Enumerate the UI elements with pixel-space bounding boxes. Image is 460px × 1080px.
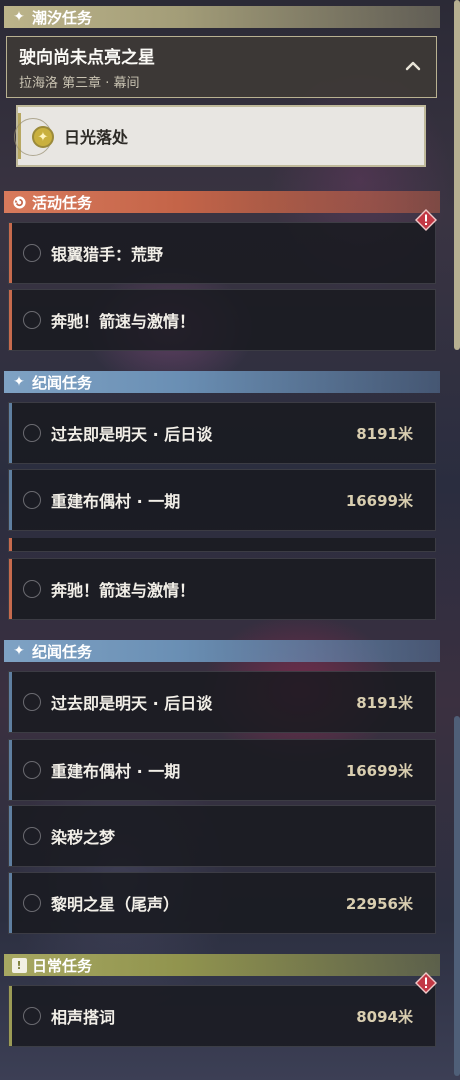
warning-diamond-icon (415, 972, 437, 994)
quest-name: 奔驰！箭速与激情！ (51, 312, 196, 331)
section-header-daily: ! 日常任务 (4, 954, 440, 976)
section-title-event: 活动任务 (32, 193, 93, 212)
section-header-lore-2: ✦ 纪闻任务 (4, 640, 440, 662)
section-title-lore: 纪闻任务 (32, 373, 93, 392)
chevron-up-icon[interactable] (404, 57, 422, 75)
tide-quest-step[interactable]: ✦ 日光落处 (14, 105, 426, 167)
warning-diamond-icon (415, 209, 437, 231)
quest-row-lore-1[interactable]: 过去即是明天 · 后日谈 8191米 (8, 402, 436, 464)
section-title-tide: 潮汐任务 (32, 8, 93, 27)
quest-distance: 8094米 (356, 1007, 413, 1026)
quest-accent-bar (9, 223, 12, 283)
quest-accent-bar (9, 559, 12, 619)
quest-name: 过去即是明天 · 后日谈 (51, 425, 213, 444)
section-title-lore: 纪闻任务 (32, 642, 93, 661)
quest-name: 重建布偶村 · 一期 (51, 492, 181, 511)
sparkle-icon: ✦ (13, 374, 25, 390)
quest-accent-bar (9, 470, 12, 530)
tide-quest-subtitle: 拉海洛 第三章 · 幕间 (19, 76, 140, 91)
quest-distance: 22956米 (345, 894, 413, 913)
section-header-lore: ✦ 纪闻任务 (4, 371, 440, 393)
quest-name: 相声搭词 (51, 1008, 116, 1027)
quest-name: 过去即是明天 · 后日谈 (51, 694, 213, 713)
track-circle-icon[interactable] (23, 311, 41, 329)
quest-row-partial (8, 538, 436, 552)
tide-step-label: 日光落处 (64, 128, 129, 147)
quest-row-lore-5[interactable]: 染秽之梦 (8, 805, 436, 867)
quest-distance: 8191米 (356, 693, 413, 712)
quest-row-event-2[interactable]: 奔驰！箭速与激情！ (8, 289, 436, 351)
quest-distance: 16699米 (345, 491, 413, 510)
sun-marker-icon: ✦ (32, 126, 54, 148)
quest-accent-bar (9, 806, 12, 866)
tide-quest-card[interactable]: 驶向尚未点亮之星 拉海洛 第三章 · 幕间 (6, 36, 437, 98)
quest-accent-bar (9, 740, 12, 800)
quest-row-event-3[interactable]: 奔驰！箭速与激情！ (8, 558, 436, 620)
quest-row-daily-1[interactable]: 相声搭词 8094米 (8, 972, 437, 1047)
quest-distance: 8191米 (356, 424, 413, 443)
section-title-daily: 日常任务 (32, 956, 93, 975)
sparkle-icon: ✦ (13, 643, 25, 659)
track-circle-icon[interactable] (23, 761, 41, 779)
quest-name: 银翼猎手：荒野 (51, 245, 164, 264)
quest-accent-bar (9, 873, 12, 933)
exclamation-icon: ! (10, 956, 28, 974)
quest-name: 黎明之星（尾声） (51, 895, 180, 914)
track-circle-icon[interactable] (23, 244, 41, 262)
quest-accent-bar (9, 986, 12, 1046)
quest-accent-bar (9, 290, 12, 350)
scrollbar-thumb-top[interactable] (454, 0, 460, 350)
section-header-tide: ✦ 潮汐任务 (4, 6, 440, 28)
quest-accent-bar (9, 403, 12, 463)
quest-name: 染秽之梦 (51, 828, 116, 847)
track-circle-icon[interactable] (23, 693, 41, 711)
event-icon (10, 193, 28, 211)
quest-row-lore-2[interactable]: 重建布偶村 · 一期 16699米 (8, 469, 436, 531)
scrollbar-thumb-bottom[interactable] (454, 716, 460, 1076)
track-circle-icon[interactable] (23, 424, 41, 442)
quest-distance: 16699米 (345, 761, 413, 780)
track-circle-icon[interactable] (23, 491, 41, 509)
section-header-event: 活动任务 (4, 191, 440, 213)
quest-row-lore-3[interactable]: 过去即是明天 · 后日谈 8191米 (8, 671, 436, 733)
quest-accent-bar (9, 672, 12, 732)
quest-name: 奔驰！箭速与激情！ (51, 581, 196, 600)
track-circle-icon[interactable] (23, 827, 41, 845)
quest-name: 重建布偶村 · 一期 (51, 762, 181, 781)
quest-row-lore-6[interactable]: 黎明之星（尾声） 22956米 (8, 872, 436, 934)
track-circle-icon[interactable] (23, 894, 41, 912)
track-circle-icon[interactable] (23, 580, 41, 598)
track-circle-icon[interactable] (23, 1007, 41, 1025)
quest-row-lore-4[interactable]: 重建布偶村 · 一期 16699米 (8, 739, 436, 801)
quest-row-event-1[interactable]: 银翼猎手：荒野 (8, 209, 437, 284)
tide-quest-title: 驶向尚未点亮之星 (19, 48, 155, 68)
sparkle-icon: ✦ (13, 9, 25, 25)
